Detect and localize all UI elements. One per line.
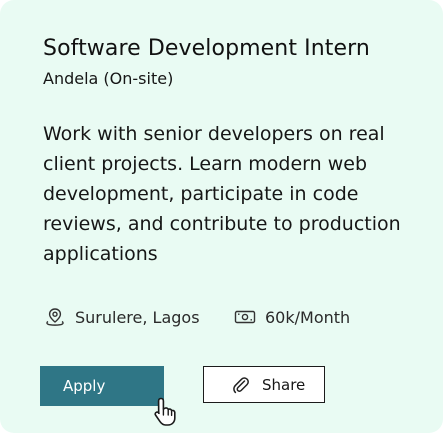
job-title: Software Development Intern — [43, 36, 370, 61]
apply-button[interactable]: Apply — [40, 366, 164, 406]
money-icon — [234, 310, 256, 324]
job-card: Software Development Intern Andela (On-s… — [0, 0, 443, 433]
job-description: Work with senior developers on real clie… — [43, 123, 401, 265]
map-pin-icon — [46, 308, 64, 326]
job-location: Surulere, Lagos — [44, 307, 200, 327]
share-label: Share — [262, 375, 306, 394]
hand-pointer-icon — [154, 397, 176, 426]
paperclip-icon — [233, 376, 249, 393]
job-salary: 60k/Month — [234, 307, 350, 327]
location-text: Surulere, Lagos — [75, 307, 200, 327]
share-button[interactable]: Share — [203, 366, 325, 403]
salary-text: 60k/Month — [265, 307, 351, 327]
company-name: Andela (On-site) — [43, 69, 174, 88]
